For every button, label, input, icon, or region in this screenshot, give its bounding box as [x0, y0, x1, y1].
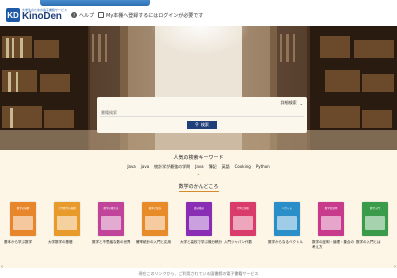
- book-item[interactable]: 数学的証明数学の証明・論理・集合の考え方: [310, 202, 354, 249]
- book-item[interactable]: 数学の教え方数学と不思議な数の世界: [90, 202, 132, 245]
- book-cover[interactable]: 大学数学の基礎: [54, 202, 80, 236]
- book-title[interactable]: 入門ジャパン代数: [222, 240, 266, 245]
- keyword-list: Java java 統計学が最強の学問 Java 簿記 英語 Cooking P…: [0, 164, 397, 170]
- book-cover-art: [13, 216, 33, 230]
- book-cover[interactable]: 数学の基礎: [10, 202, 36, 236]
- book-item[interactable]: 数学の基礎基本から学ぶ数学: [2, 202, 44, 245]
- book-cover-art: [233, 216, 253, 230]
- chevron-down-icon: ⌄: [299, 100, 303, 106]
- book-cover[interactable]: 確率と統計: [142, 202, 168, 236]
- book-cover[interactable]: ベクトル: [274, 202, 300, 236]
- my-bookshelf-label: My本棚へ登録するにはログインが必要です: [106, 12, 204, 19]
- book-title[interactable]: 数学からなるベクトル: [266, 240, 310, 245]
- book-cover-title: 確率と統計: [148, 207, 162, 210]
- book-item[interactable]: 確率と統計確率統計の入門と応用: [134, 202, 176, 245]
- book-item[interactable]: 微分積分大学と高校で学ぶ微分積分: [178, 202, 222, 245]
- hero-library-image: 詳細検索 ⌄ ⚲ 検索: [0, 26, 397, 150]
- book-cover-title: 数学の教え方: [103, 207, 119, 210]
- keyword-link[interactable]: 統計学が最強の学問: [154, 164, 190, 170]
- search-button-label: 検索: [200, 122, 209, 127]
- book-title[interactable]: 数学と不思議な数の世界: [90, 240, 134, 245]
- my-bookshelf-link[interactable]: My本棚へ登録するにはログインが必要です: [98, 12, 203, 19]
- keyword-link[interactable]: java: [141, 164, 149, 170]
- book-title[interactable]: 数学の証明・論理・集合の考え方: [310, 240, 354, 249]
- help-label: ヘルプ: [79, 12, 95, 19]
- book-cover-title: 数学的証明: [324, 207, 338, 210]
- search-icon: ⚲: [195, 122, 199, 128]
- book-carousel: 数学の基礎 基本から学ぶ数学 大学数学の基礎 大学数学の基礎 数学の教え方 数学と不思議な…: [2, 202, 397, 262]
- search-type-label: 詳細検索: [280, 100, 297, 105]
- keyword-link[interactable]: 英語: [222, 164, 230, 170]
- footer-text: 現在このリンクから、ご利用されている図書館の電子書籍サービス: [0, 268, 397, 278]
- book-cover[interactable]: 数学入門: [362, 202, 388, 236]
- book-cover-art: [277, 216, 297, 230]
- book-cover-title: 数学入門: [369, 207, 380, 210]
- book-cover-art: [189, 216, 209, 230]
- site-header: KD 大学生のための電子書籍サービス KinoDen ? ヘルプ My本棚へ登録…: [0, 6, 397, 24]
- keyword-link[interactable]: 簿記: [209, 164, 217, 170]
- book-title[interactable]: 確率統計の入門と応用: [134, 240, 178, 245]
- logo-mark-icon: KD: [6, 8, 20, 22]
- book-title[interactable]: 基本から学ぶ数学: [2, 240, 46, 245]
- book-item[interactable]: 数学入門数学の入門とは: [354, 202, 396, 245]
- book-title[interactable]: 大学と高校で学ぶ微分積分: [178, 240, 222, 245]
- keyword-link[interactable]: Python: [256, 164, 270, 170]
- book-cover-title: ベクトル: [281, 207, 292, 210]
- book-cover-art: [57, 216, 77, 230]
- math-section-title: 数学のかんどころ: [178, 184, 219, 190]
- book-cover-art: [365, 216, 385, 230]
- book-cover-art: [321, 216, 341, 230]
- kinoden-logo[interactable]: KD 大学生のための電子書籍サービス KinoDen: [6, 7, 67, 23]
- book-cover-title: 大学数学の基礎: [58, 207, 76, 210]
- book-cover[interactable]: 数学の教え方: [98, 202, 124, 236]
- book-cover-title: 微分積分: [193, 207, 204, 210]
- popular-keywords-title: 人気の検索キーワード: [173, 155, 224, 161]
- bookshelf-icon: [98, 12, 105, 18]
- help-icon: ?: [71, 12, 78, 18]
- search-button[interactable]: ⚲ 検索: [187, 121, 217, 129]
- help-link[interactable]: ? ヘルプ: [71, 12, 94, 19]
- keyword-link[interactable]: Cooking: [235, 164, 251, 170]
- book-cover[interactable]: 行列と線形: [230, 202, 256, 236]
- book-cover-title: 数学の基礎: [16, 207, 30, 210]
- book-cover[interactable]: 数学的証明: [318, 202, 344, 236]
- expand-chevron-icon[interactable]: ⌄: [0, 171, 397, 177]
- book-title[interactable]: 数学の入門とは: [354, 240, 397, 245]
- book-cover[interactable]: 微分積分: [186, 202, 212, 236]
- search-input[interactable]: [100, 109, 304, 117]
- keyword-link[interactable]: Java: [127, 164, 135, 170]
- keyword-link[interactable]: Java: [195, 164, 203, 170]
- search-type-dropdown[interactable]: 詳細検索 ⌄: [281, 100, 303, 106]
- book-title[interactable]: 大学数学の基礎: [46, 240, 90, 245]
- logo-text: 大学生のための電子書籍サービス KinoDen: [22, 8, 67, 22]
- book-item[interactable]: 行列と線形入門ジャパン代数: [222, 202, 264, 245]
- search-panel: 詳細検索 ⌄ ⚲ 検索: [97, 97, 307, 133]
- ceiling-light: [150, 26, 250, 56]
- book-item[interactable]: ベクトル数学からなるベクトル: [266, 202, 308, 245]
- logo-main: KinoDen: [22, 10, 62, 22]
- title-underline: [178, 191, 219, 192]
- popular-keywords-section: 人気の検索キーワード Java java 統計学が最強の学問 Java 簿記 英…: [0, 150, 397, 180]
- book-cover-art: [101, 216, 121, 230]
- math-section: 数学のかんどころ 数学の基礎 基本から学ぶ数学 大学数学の基礎 大学数学の基礎 数学の教…: [0, 180, 397, 268]
- book-cover-title: 行列と線形: [236, 207, 250, 210]
- book-item[interactable]: 大学数学の基礎 大学数学の基礎: [46, 202, 88, 245]
- book-cover-art: [145, 216, 165, 230]
